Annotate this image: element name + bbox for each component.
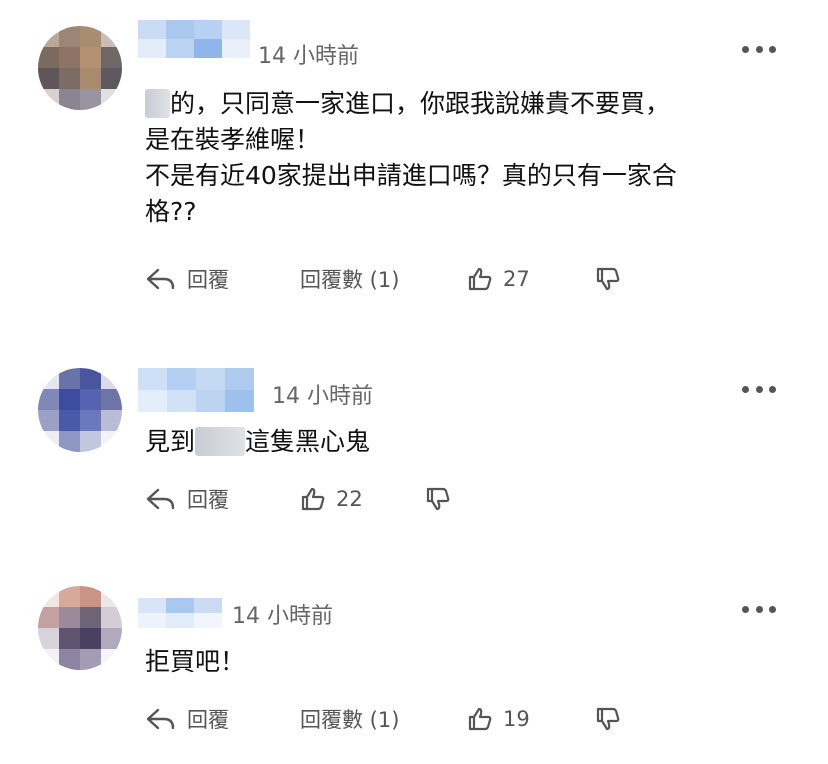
- username-blurred[interactable]: [138, 20, 250, 58]
- thumbs-up-icon: [301, 487, 325, 511]
- like-count: 19: [503, 707, 530, 731]
- like-button[interactable]: 19: [467, 704, 530, 734]
- reply-arrow-icon: [146, 268, 175, 290]
- reply-count-button[interactable]: 回覆數 (1): [300, 704, 399, 734]
- thumbs-down-icon: [426, 487, 450, 511]
- reply-arrow-icon: [146, 488, 175, 510]
- more-options-icon[interactable]: [742, 44, 776, 54]
- reply-button[interactable]: 回覆: [145, 264, 229, 294]
- reply-count-button[interactable]: 回覆數 (1): [300, 264, 399, 294]
- thumbs-up-icon: [468, 707, 492, 731]
- username-blurred[interactable]: [138, 598, 222, 628]
- reply-arrow-icon: [146, 708, 175, 730]
- comment-actions: 回覆 22: [145, 484, 545, 514]
- avatar[interactable]: [38, 26, 122, 110]
- redacted-text: 某某: [195, 427, 246, 456]
- timestamp: 14 小時前: [258, 44, 359, 69]
- like-button[interactable]: 27: [467, 264, 530, 294]
- comment-text: 見到某某這隻黑心鬼: [145, 424, 370, 460]
- reply-button[interactable]: 回覆: [145, 704, 229, 734]
- avatar[interactable]: [38, 368, 122, 452]
- avatar[interactable]: [38, 586, 122, 670]
- like-button[interactable]: 22: [300, 484, 363, 514]
- reply-label: 回覆: [187, 708, 229, 732]
- comment-actions: 回覆 回覆數 (1) 27: [145, 264, 785, 294]
- more-options-icon[interactable]: [742, 604, 776, 614]
- timestamp: 14 小時前: [272, 384, 373, 409]
- comment-text: 前的，只同意一家進口，你跟我說嫌貴不要買， 是在裝孝維喔！ 不是有近40家提出申…: [145, 86, 677, 230]
- thumbs-up-icon: [468, 267, 492, 291]
- reply-count-label: 回覆數 (1): [300, 708, 400, 732]
- reply-label: 回覆: [187, 488, 229, 512]
- thumbs-down-icon: [596, 267, 620, 291]
- like-count: 27: [503, 267, 530, 291]
- reply-count-label: 回覆數 (1): [300, 268, 400, 292]
- dislike-button[interactable]: [425, 484, 451, 514]
- comment-text: 拒買吧！: [145, 647, 246, 676]
- like-count: 22: [336, 487, 363, 511]
- thumbs-down-icon: [596, 707, 620, 731]
- comment-text-line1: 的，只同意一家進口，你跟我說嫌貴不要買，: [170, 89, 671, 118]
- username-blurred[interactable]: [138, 368, 254, 412]
- comment-text-part-b: 這隻黑心鬼: [245, 427, 371, 456]
- reply-label: 回覆: [187, 268, 229, 292]
- timestamp: 14 小時前: [232, 604, 333, 629]
- reply-button[interactable]: 回覆: [145, 484, 229, 514]
- comment-actions: 回覆 回覆數 (1) 19: [145, 704, 785, 734]
- comment-text-rest: 是在裝孝維喔！ 不是有近40家提出申請進口嗎？真的只有一家合 格??: [145, 125, 677, 226]
- redacted-text: 前: [145, 89, 171, 118]
- more-options-icon[interactable]: [742, 384, 776, 394]
- dislike-button[interactable]: [595, 264, 621, 294]
- comment-text-part-a: 見到: [145, 427, 196, 456]
- dislike-button[interactable]: [595, 704, 621, 734]
